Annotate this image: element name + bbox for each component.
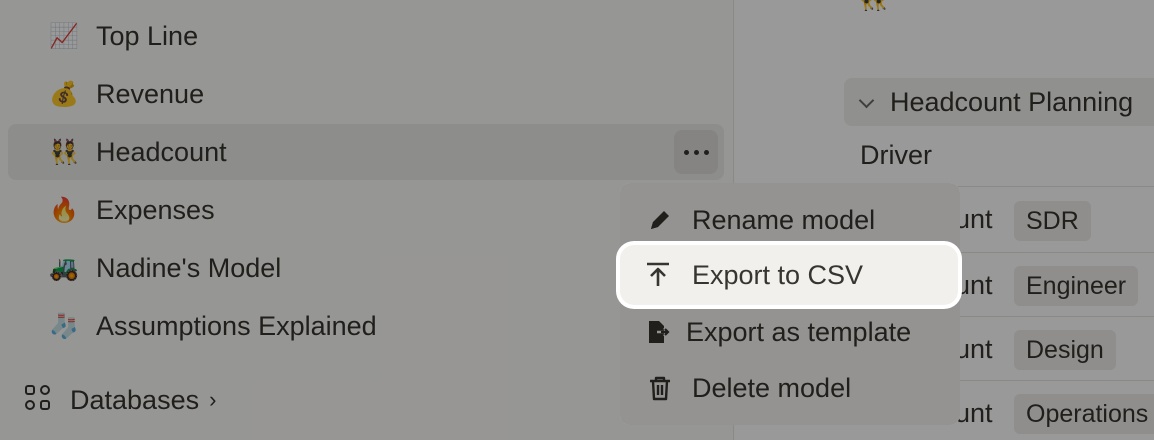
menu-item-label: Export to CSV [692, 259, 864, 290]
upload-icon [644, 261, 672, 289]
pencil-icon [646, 206, 674, 234]
menu-item-export-to-csv[interactable]: Export to CSV [620, 245, 958, 305]
app-window: 📈 Top Line 💰 Revenue 👯 Headcount 🔥 Expen… [0, 0, 1154, 440]
menu-item-label: Export as template [686, 316, 912, 347]
menu-item-label: Rename model [692, 204, 876, 235]
menu-item-rename-model[interactable]: Rename model [620, 192, 960, 248]
trash-icon [646, 374, 674, 402]
file-export-icon [644, 318, 672, 346]
menu-item-label: Delete model [692, 372, 852, 403]
menu-item-export-as-template[interactable]: Export as template [620, 304, 960, 360]
menu-item-delete-model[interactable]: Delete model [620, 360, 960, 416]
modal-dim-overlay [0, 0, 1154, 440]
